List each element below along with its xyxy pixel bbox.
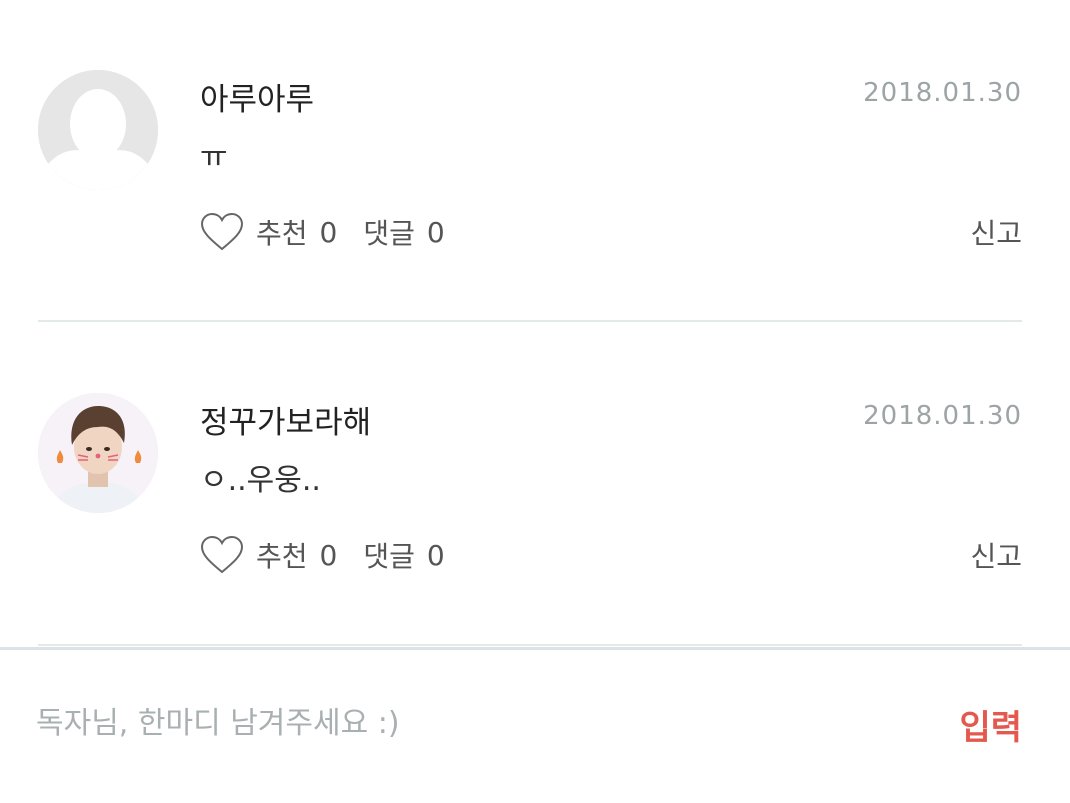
reply-button[interactable]: 댓글	[363, 212, 415, 252]
heart-icon[interactable]	[200, 212, 244, 252]
like-button[interactable]: 추천	[256, 535, 308, 575]
avatar[interactable]	[38, 70, 158, 190]
avatar[interactable]	[38, 393, 158, 513]
like-count: 0	[319, 538, 338, 572]
reply-count: 0	[426, 215, 445, 249]
like-button[interactable]: 추천	[256, 212, 308, 252]
comment-input[interactable]	[36, 700, 896, 746]
comment-text: ㅠ	[200, 140, 228, 175]
submit-button[interactable]: 입력	[959, 700, 1022, 749]
comment-input-bar: 입력	[0, 647, 1070, 803]
like-count: 0	[319, 215, 338, 249]
comment-page: 아루아루 2018.01.30 ㅠ 추천 0 댓글 0 신고 정꾸가보라해 20…	[0, 0, 1070, 803]
comment-text: ㅇ..우웅..	[200, 463, 321, 498]
divider	[38, 320, 1022, 322]
comment-author: 아루아루	[200, 82, 315, 118]
report-button[interactable]: 신고	[970, 535, 1022, 575]
default-user-icon	[38, 70, 158, 190]
reply-button[interactable]: 댓글	[363, 535, 415, 575]
divider	[38, 644, 1022, 646]
heart-icon[interactable]	[200, 535, 244, 575]
profile-photo-icon	[38, 393, 158, 513]
comment-actions: 추천 0 댓글 0	[200, 533, 471, 577]
reply-count: 0	[426, 538, 445, 572]
comment-date: 2018.01.30	[863, 401, 1022, 431]
report-button[interactable]: 신고	[970, 212, 1022, 252]
comment-date: 2018.01.30	[863, 78, 1022, 108]
comment-actions: 추천 0 댓글 0	[200, 210, 471, 254]
comment-author: 정꾸가보라해	[200, 405, 372, 441]
